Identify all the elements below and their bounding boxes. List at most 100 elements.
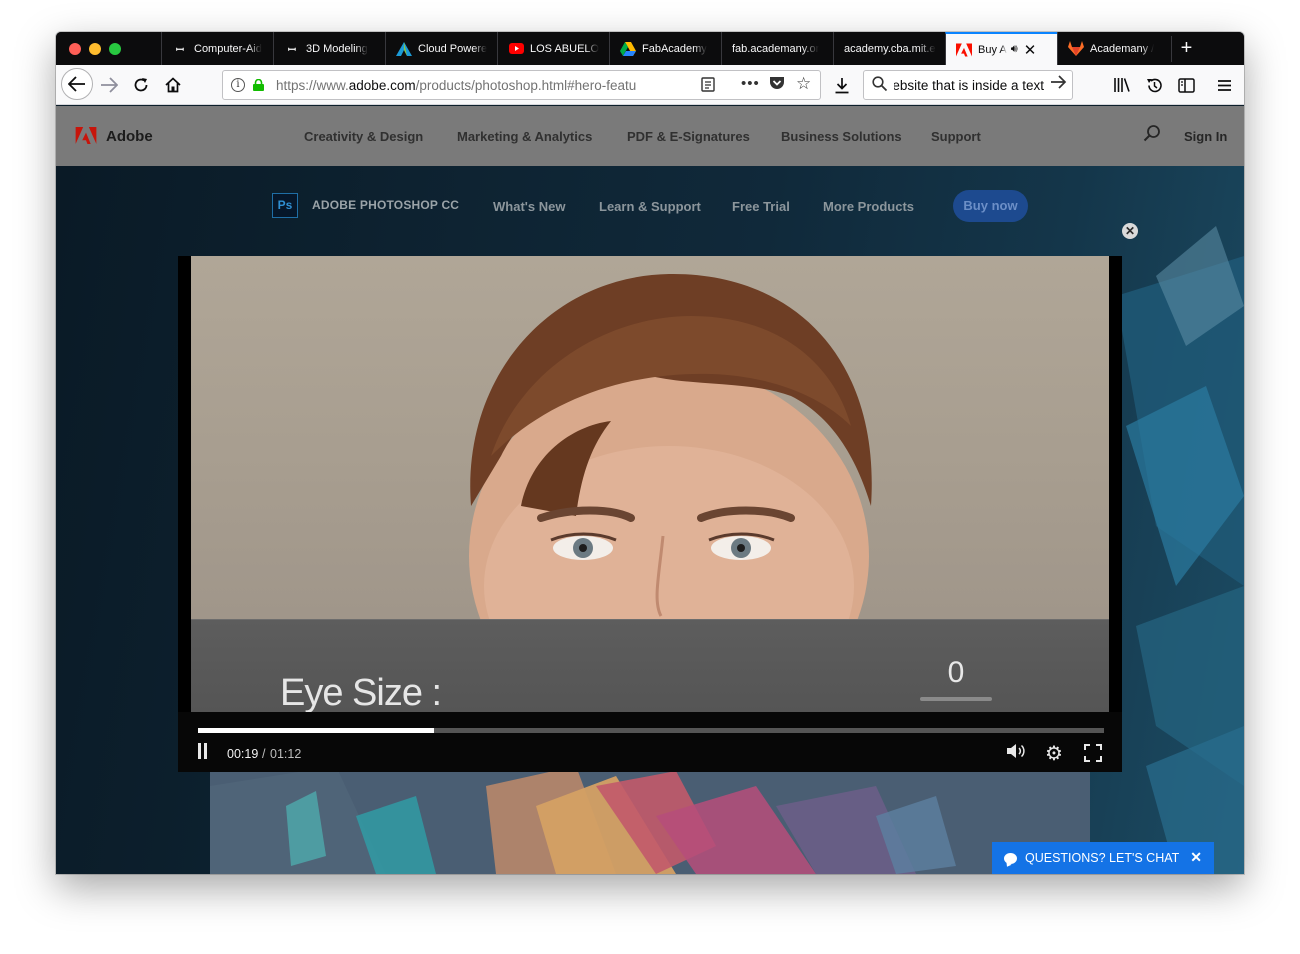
chat-label: QUESTIONS? LET'S CHAT [1025, 851, 1180, 865]
tab-label: Computer-Aid [194, 42, 262, 55]
hamburger-icon [1217, 79, 1231, 91]
search-icon[interactable] [1143, 124, 1161, 147]
chat-bubble-icon [1004, 852, 1017, 864]
chat-button[interactable]: QUESTIONS? LET'S CHAT ✕ [992, 842, 1214, 874]
page-actions-icon[interactable]: ••• [741, 75, 760, 92]
url-text[interactable]: https://www.adobe.com/products/photoshop… [276, 78, 666, 93]
url-path: /products/photoshop.html#hero-featu [415, 78, 637, 93]
close-tab-icon[interactable]: ✕ [1024, 41, 1037, 59]
google-drive-icon [620, 41, 636, 57]
adobe-icon [956, 42, 972, 58]
tab-computer-aided[interactable]: ꟷ Computer-Aid [161, 32, 273, 65]
download-icon [835, 77, 849, 93]
eye-size-value: 0 [947, 656, 965, 689]
nav-free-trial[interactable]: Free Trial [732, 199, 790, 214]
tab-label: fab.academany.or [732, 42, 820, 55]
portrait-illustration [469, 273, 872, 619]
nav-pdf-esignatures[interactable]: PDF & E-Signatures [627, 129, 750, 144]
search-input[interactable]: ebsite that is inside a text [894, 78, 1044, 93]
adjustment-panel: Eye Size : 0 [191, 619, 1109, 712]
pocket-icon[interactable] [769, 76, 785, 95]
adobe-logo-icon[interactable] [75, 127, 97, 144]
video-player[interactable]: Eye Size : 0 00:19 / 01:12 ⚙ [178, 256, 1122, 772]
forward-arrow-icon [101, 77, 118, 93]
site-info-icon[interactable]: i [231, 78, 245, 92]
tab-buy-adobe[interactable]: Buy A 🔊︎ ✕ [945, 32, 1057, 65]
video-frame[interactable]: Eye Size : 0 [191, 256, 1109, 712]
speaker-icon[interactable]: 🔊︎ [1011, 43, 1018, 56]
tab-bar: ꟷ Computer-Aid ꟷ 3D Modeling Cloud Power… [56, 32, 1244, 65]
close-video-icon[interactable]: ✕ [1122, 223, 1138, 239]
duration: 01:12 [270, 747, 302, 761]
forward-button[interactable] [95, 71, 123, 99]
home-button[interactable] [159, 71, 187, 99]
nav-creativity-design[interactable]: Creativity & Design [304, 129, 423, 144]
product-name[interactable]: ADOBE PHOTOSHOP CC [312, 198, 459, 212]
search-bar[interactable]: ebsite that is inside a text [863, 70, 1073, 100]
tab-academy-cba[interactable]: academy.cba.mit.e [833, 32, 945, 65]
current-time: 00:19 [227, 747, 259, 761]
tab-label: LOS ABUELO [530, 42, 600, 55]
new-tab-button[interactable]: + [1171, 36, 1201, 62]
video-controls: 00:19 / 01:12 ⚙ [178, 712, 1122, 772]
adobe-brand[interactable]: Adobe [106, 128, 153, 145]
home-icon [165, 77, 181, 93]
bookmark-star-icon[interactable]: ☆ [796, 74, 811, 94]
nav-support[interactable]: Support [931, 129, 981, 144]
progress-fill [198, 728, 434, 733]
reload-button[interactable] [127, 71, 155, 99]
sign-in-link[interactable]: Sign In [1184, 129, 1227, 144]
url-domain: adobe.com [348, 78, 416, 93]
library-button[interactable] [1108, 71, 1136, 99]
tab-label: FabAcademy [642, 42, 707, 55]
tab-label: Buy A [978, 43, 1007, 56]
downloads-button[interactable] [828, 71, 856, 99]
back-arrow-icon [68, 76, 85, 92]
close-window-button[interactable] [69, 43, 81, 55]
minimize-window-button[interactable] [89, 43, 101, 55]
progress-bar[interactable] [198, 728, 1104, 733]
pause-icon[interactable] [198, 743, 208, 759]
photoshop-product-nav: Ps ADOBE PHOTOSHOP CC What's New Learn &… [56, 166, 1244, 246]
tab-label: academy.cba.mit.e [844, 42, 936, 55]
history-icon [1146, 78, 1162, 92]
book-icon: ꟷ [287, 44, 297, 56]
nav-learn-support[interactable]: Learn & Support [599, 199, 701, 214]
volume-icon[interactable] [1006, 743, 1026, 763]
zoom-window-button[interactable] [109, 43, 121, 55]
browser-window: ꟷ Computer-Aid ꟷ 3D Modeling Cloud Power… [56, 32, 1244, 874]
nav-whats-new[interactable]: What's New [493, 199, 565, 214]
fullscreen-icon[interactable] [1084, 744, 1102, 762]
menu-button[interactable] [1210, 71, 1238, 99]
tab-fabacademy[interactable]: FabAcademy [609, 32, 721, 65]
tab-3d-modeling[interactable]: ꟷ 3D Modeling [273, 32, 385, 65]
reader-view-icon[interactable] [701, 77, 715, 95]
search-go-icon[interactable] [1050, 74, 1067, 94]
time-separator: / [262, 747, 266, 761]
back-button[interactable] [61, 68, 93, 100]
reload-icon [134, 78, 148, 92]
photoshop-icon[interactable]: Ps [272, 193, 298, 218]
navigation-toolbar: i https://www.adobe.com/products/photosh… [56, 65, 1244, 105]
nav-marketing-analytics[interactable]: Marketing & Analytics [457, 129, 592, 144]
sidebar-icon [1177, 77, 1195, 93]
book-icon: ꟷ [175, 44, 185, 56]
lock-icon[interactable] [253, 79, 264, 91]
nav-more-products[interactable]: More Products [823, 199, 914, 214]
sidebar-button[interactable] [1172, 71, 1200, 99]
tab-los-abuelos[interactable]: LOS ABUELO [497, 32, 609, 65]
tab-academany-gitlab[interactable]: Academany / [1057, 32, 1171, 65]
library-icon [1114, 78, 1130, 92]
tab-label: Cloud Powere [418, 42, 488, 55]
buy-now-button[interactable]: Buy now [953, 190, 1028, 222]
eye-size-underline [920, 697, 992, 701]
tab-label: Academany / [1090, 42, 1155, 55]
tab-cloud-powered[interactable]: Cloud Powere [385, 32, 497, 65]
settings-gear-icon[interactable]: ⚙ [1045, 741, 1063, 766]
close-chat-icon[interactable]: ✕ [1190, 849, 1202, 866]
eye-size-label: Eye Size : [280, 672, 442, 712]
tab-fab-academany[interactable]: fab.academany.or [721, 32, 833, 65]
history-button[interactable] [1140, 71, 1168, 99]
nav-business-solutions[interactable]: Business Solutions [781, 129, 902, 144]
url-bar[interactable]: i https://www.adobe.com/products/photosh… [222, 70, 821, 100]
